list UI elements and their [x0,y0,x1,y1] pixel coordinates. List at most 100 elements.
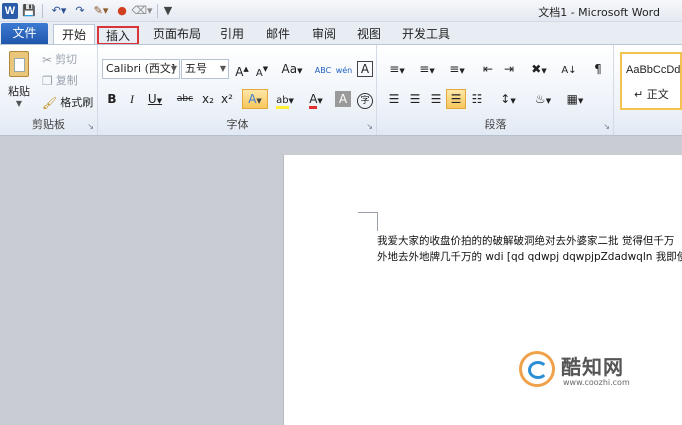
sort-icon: A↓ [561,65,577,76]
font-name-value: Calibri (西文] [106,62,176,75]
clear-format-icon[interactable]: ⌫▾ [131,3,152,19]
style-normal-label: ↵ 正文 [634,88,669,101]
character-shading-button[interactable]: A [335,91,351,107]
enclose-characters-button[interactable]: 字 [355,89,375,109]
ribbon: 粘贴 ▼ ✂ 剪切 ❐ 复制 🖌 格式刷 剪贴板 ↘ Calibri (西文] … [0,44,682,136]
font-name-select[interactable]: Calibri (西文] ▼ [102,59,180,79]
bullets-button[interactable]: ≡▼ [384,59,410,79]
highlight-color-button[interactable]: ab▼ [272,89,298,109]
line-spacing-icon: ↕ [500,92,511,106]
paste-button[interactable]: 粘贴 ▼ [4,49,34,111]
tab-developer[interactable]: 开发工具 [398,24,454,44]
copy-icon: ❐ [42,74,53,88]
margin-corner-mark [358,212,377,213]
strikethrough-glyph: abc [176,94,194,104]
show-marks-button[interactable]: ¶ [588,59,608,79]
shrink-font-glyph: A [255,68,263,79]
bold-glyph: B [107,92,117,106]
format-painter-icon[interactable]: ✎▾ [90,3,112,19]
tab-mailings[interactable]: 邮件 [259,24,297,44]
paragraph-group: ≡▼ ≡▼ ≡▼ ⇤ ⇥ ✖▼ A↓ ¶ ☰ ☰ ☰ ☰ ☷ ↕▼ ♨▼ ▦▼ … [378,45,614,135]
align-right-button[interactable]: ☰ [426,89,446,109]
font-group: Calibri (西文] ▼ 五号 ▼ A▲ A▼ Aa▼ ABC wén A … [99,45,377,135]
font-size-select[interactable]: 五号 ▼ [181,59,229,79]
numbering-icon: ≡ [419,62,430,76]
phonetic-guide-button[interactable]: wén [334,59,354,79]
italic-button[interactable]: I [122,89,142,109]
cut-label: 剪切 [55,53,78,66]
strikethrough-button[interactable]: abc [173,89,197,109]
quick-access-toolbar: W 💾 ↶▾ ↷ ✎▾ ● ⌫▾ ▼ [2,2,173,20]
dialog-launcher-icon[interactable]: ↘ [87,122,94,131]
toolbar-divider [42,4,43,18]
text-effects-button[interactable]: A▼ [242,89,268,109]
ribbon-tabs: 文件 开始 插入 页面布局 引用 邮件 审阅 视图 开发工具 [0,22,682,45]
align-left-button[interactable]: ☰ [384,89,404,109]
bold-button[interactable]: B [102,89,122,109]
decrease-indent-button[interactable]: ⇤ [478,59,498,79]
subscript-button[interactable]: x₂ [198,89,218,109]
increase-indent-icon: ⇥ [503,62,515,76]
tab-page-layout[interactable]: 页面布局 [148,24,206,44]
paragraph-group-label: 段落 [484,118,507,131]
grow-font-button[interactable]: A▲ [232,59,252,79]
tab-view[interactable]: 视图 [350,24,388,44]
font-group-label: 字体 [226,118,249,131]
document-line: 我爱大家的收盘价拍的的破解破洞绝对去外婆家二批 觉得但千万 [377,235,675,247]
underline-button[interactable]: U▼ [142,89,168,109]
phonetic-guide-icon: wén [335,66,353,75]
undo-icon[interactable]: ↶▾ [48,3,70,19]
justify-button[interactable]: ☰ [446,89,466,109]
paint-bucket-icon: ♨ [534,92,546,106]
shading-button[interactable]: ♨▼ [530,89,556,109]
line-spacing-button[interactable]: ↕▼ [495,89,521,109]
color-wheel-icon[interactable]: ● [115,3,129,19]
numbering-button[interactable]: ≡▼ [414,59,440,79]
tab-review[interactable]: 审阅 [305,24,343,44]
watermark-url: www.coozhi.com [563,378,630,387]
align-left-icon: ☰ [388,92,400,106]
format-painter-button[interactable]: 🖌 格式刷 [42,94,93,112]
change-case-button[interactable]: Aa▼ [279,59,305,79]
tab-insert[interactable]: 插入 [97,26,139,45]
style-normal[interactable]: AaBbCcDd ↵ 正文 [620,52,682,110]
redo-icon[interactable]: ↷ [73,3,87,19]
tab-references[interactable]: 引用 [214,24,250,44]
clear-formatting-icon: ABC [314,66,332,75]
align-center-button[interactable]: ☰ [405,89,425,109]
sort-button[interactable]: A↓ [559,59,579,79]
customize-qat-icon[interactable]: ▼ [163,3,173,19]
decrease-indent-icon: ⇤ [482,62,494,76]
clear-formatting-button[interactable]: ABC [313,59,333,79]
copy-button[interactable]: ❐ 复制 [42,72,78,90]
character-shading-glyph: A [338,92,348,106]
increase-indent-button[interactable]: ⇥ [499,59,519,79]
tab-home[interactable]: 开始 [53,24,95,45]
document-body-text[interactable]: 我爱大家的收盘价拍的的破解破洞绝对去外婆家二批 觉得但千万 外地去外地牌几千万的… [377,233,682,265]
multilevel-list-icon: ≡ [449,62,460,76]
scissors-icon: ✂ [42,53,53,67]
word-logo-icon[interactable]: W [2,3,18,19]
tab-file[interactable]: 文件 [1,23,48,44]
dialog-launcher-icon[interactable]: ↘ [603,122,610,131]
superscript-button[interactable]: x² [217,89,237,109]
chinese-layout-button[interactable]: ✖▼ [526,59,552,79]
shrink-font-button[interactable]: A▼ [252,59,272,79]
underline-glyph: U [147,92,157,106]
clipboard-icon [9,51,29,77]
chinese-layout-icon: ✖ [531,62,542,76]
paragraph-mark-icon: ¶ [594,62,602,76]
distributed-button[interactable]: ☷ [467,89,487,109]
superscript-glyph: x² [221,92,233,106]
font-color-button[interactable]: A▼ [303,89,329,109]
italic-glyph: I [130,92,134,106]
multilevel-list-button[interactable]: ≡▼ [444,59,470,79]
cut-button[interactable]: ✂ 剪切 [42,51,77,69]
borders-button[interactable]: ▦▼ [562,89,588,109]
character-border-button[interactable]: A [357,61,373,77]
highlight-glyph: ab [276,95,289,109]
save-icon[interactable]: 💾 [21,3,37,19]
bullets-icon: ≡ [389,62,400,76]
dialog-launcher-icon[interactable]: ↘ [366,122,373,131]
style-sample: AaBbCcDd [626,64,681,76]
